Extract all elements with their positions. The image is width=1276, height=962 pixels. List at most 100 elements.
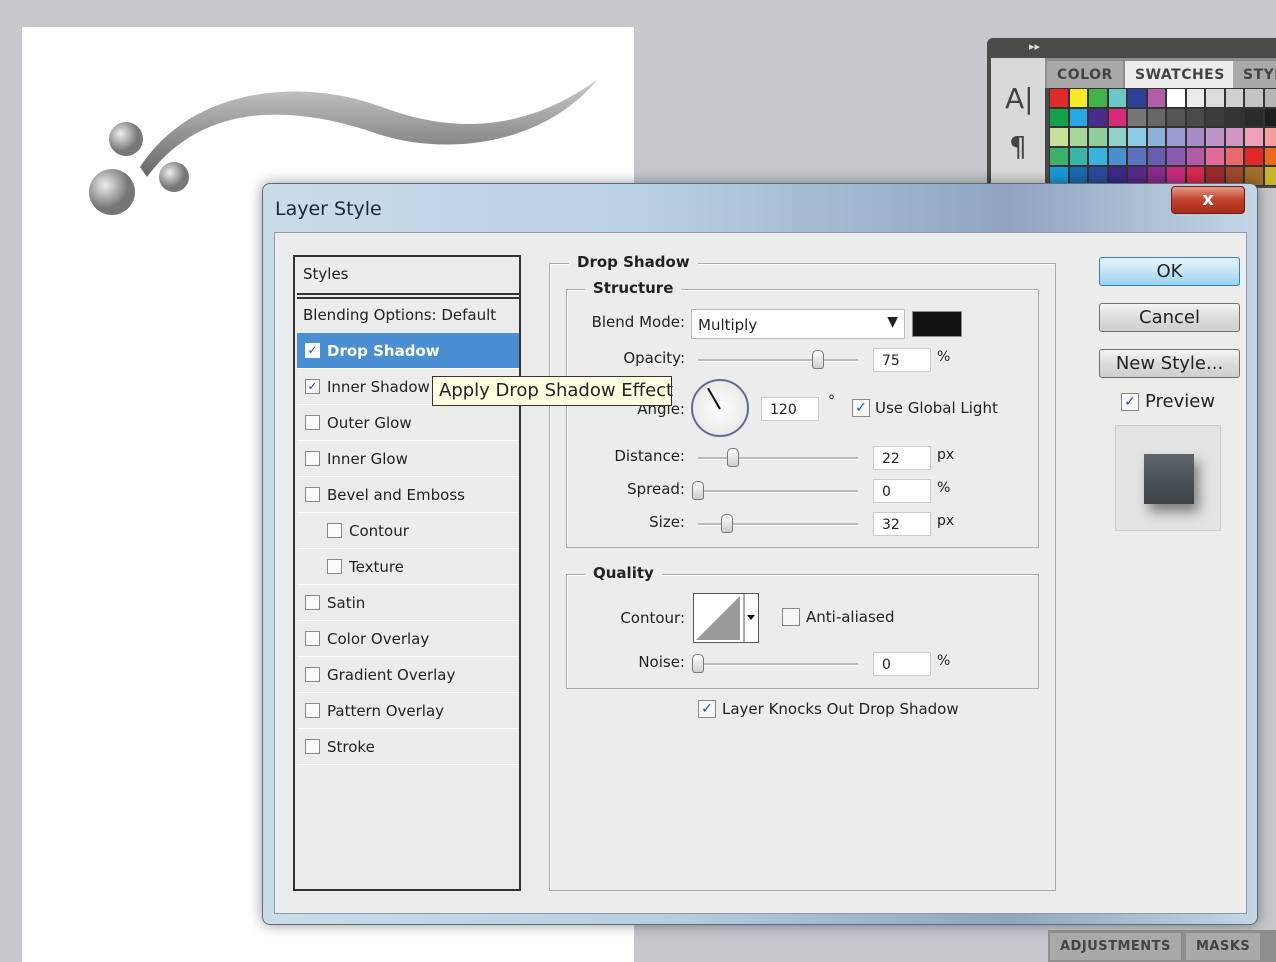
style-checkbox[interactable] bbox=[305, 415, 320, 430]
style-item[interactable]: Bevel and Emboss bbox=[297, 477, 519, 513]
swatch[interactable] bbox=[1224, 127, 1244, 147]
swatch[interactable] bbox=[1127, 127, 1147, 147]
angle-input[interactable]: 120 bbox=[761, 397, 819, 421]
swatch[interactable] bbox=[1146, 107, 1166, 127]
swatch[interactable] bbox=[1088, 146, 1108, 166]
style-checkbox[interactable] bbox=[305, 595, 320, 610]
swatch[interactable] bbox=[1166, 88, 1186, 108]
swatch[interactable] bbox=[1185, 127, 1205, 147]
close-button[interactable]: x bbox=[1171, 186, 1245, 214]
swatch[interactable] bbox=[1127, 107, 1147, 127]
tab-adjustments[interactable]: ADJUSTMENTS bbox=[1050, 933, 1181, 960]
swatch[interactable] bbox=[1224, 146, 1244, 166]
swatch[interactable] bbox=[1049, 107, 1069, 127]
character-icon[interactable]: A| bbox=[1005, 82, 1034, 115]
swatch[interactable] bbox=[1146, 88, 1166, 108]
tab-swatches[interactable]: SWATCHES bbox=[1125, 61, 1235, 88]
cancel-button[interactable]: Cancel bbox=[1099, 303, 1240, 332]
swatch[interactable] bbox=[1049, 127, 1069, 147]
style-checkbox[interactable] bbox=[305, 703, 320, 718]
global-light-checkbox[interactable]: ✓ bbox=[852, 399, 870, 417]
anti-aliased-checkbox[interactable] bbox=[782, 608, 800, 626]
swatch[interactable] bbox=[1244, 107, 1264, 127]
new-style-button[interactable]: New Style... bbox=[1099, 349, 1240, 378]
swatch[interactable] bbox=[1263, 146, 1276, 166]
noise-input[interactable]: 0 bbox=[873, 652, 931, 676]
swatch[interactable] bbox=[1166, 146, 1186, 166]
swatch[interactable] bbox=[1244, 127, 1264, 147]
swatch[interactable] bbox=[1088, 88, 1108, 108]
style-item[interactable]: ✓ Drop Shadow bbox=[297, 333, 519, 369]
style-checkbox[interactable] bbox=[305, 667, 320, 682]
swatch[interactable] bbox=[1244, 88, 1264, 108]
swatch[interactable] bbox=[1224, 107, 1244, 127]
style-item[interactable]: Pattern Overlay bbox=[297, 693, 519, 729]
swatch[interactable] bbox=[1107, 107, 1127, 127]
contour-picker[interactable] bbox=[693, 593, 759, 643]
swatch[interactable] bbox=[1107, 88, 1127, 108]
style-checkbox[interactable] bbox=[305, 631, 320, 646]
distance-slider-thumb[interactable] bbox=[727, 448, 739, 467]
noise-slider-thumb[interactable] bbox=[692, 654, 704, 673]
swatch[interactable] bbox=[1166, 127, 1186, 147]
style-item[interactable]: Color Overlay bbox=[297, 621, 519, 657]
style-checkbox[interactable] bbox=[305, 487, 320, 502]
swatch[interactable] bbox=[1205, 146, 1225, 166]
tab-styles[interactable]: STYL bbox=[1233, 61, 1276, 88]
blending-options[interactable]: Blending Options: Default bbox=[297, 297, 519, 333]
swatch[interactable] bbox=[1185, 146, 1205, 166]
style-checkbox[interactable]: ✓ bbox=[305, 343, 320, 358]
style-checkbox[interactable] bbox=[327, 559, 342, 574]
swatch[interactable] bbox=[1107, 127, 1127, 147]
swatch[interactable] bbox=[1263, 166, 1276, 186]
swatch[interactable] bbox=[1263, 88, 1276, 108]
opacity-slider[interactable] bbox=[698, 350, 858, 369]
style-item[interactable]: Texture bbox=[297, 549, 519, 585]
style-item[interactable]: Stroke bbox=[297, 729, 519, 765]
noise-slider[interactable] bbox=[692, 654, 858, 673]
swatch[interactable] bbox=[1224, 88, 1244, 108]
swatch[interactable] bbox=[1088, 107, 1108, 127]
swatch[interactable] bbox=[1068, 88, 1088, 108]
size-slider[interactable] bbox=[698, 514, 858, 533]
tab-masks[interactable]: MASKS bbox=[1186, 933, 1261, 960]
style-checkbox[interactable]: ✓ bbox=[305, 379, 320, 394]
collapse-icon[interactable]: ▸▸ bbox=[1029, 40, 1040, 53]
paragraph-icon[interactable]: ¶ bbox=[1009, 130, 1027, 163]
size-slider-thumb[interactable] bbox=[721, 514, 733, 533]
swatch[interactable] bbox=[1263, 127, 1276, 147]
style-checkbox[interactable] bbox=[327, 523, 342, 538]
style-item[interactable]: Outer Glow bbox=[297, 405, 519, 441]
spread-input[interactable]: 0 bbox=[873, 479, 931, 503]
ok-button[interactable]: OK bbox=[1099, 257, 1240, 286]
style-item[interactable]: Inner Glow bbox=[297, 441, 519, 477]
swatch[interactable] bbox=[1146, 127, 1166, 147]
angle-dial[interactable] bbox=[691, 379, 749, 437]
swatch[interactable] bbox=[1205, 88, 1225, 108]
swatch[interactable] bbox=[1205, 107, 1225, 127]
swatch[interactable] bbox=[1068, 127, 1088, 147]
tab-color[interactable]: COLOR bbox=[1047, 61, 1123, 88]
swatch[interactable] bbox=[1263, 107, 1276, 127]
swatch[interactable] bbox=[1068, 146, 1088, 166]
style-checkbox[interactable] bbox=[305, 739, 320, 754]
style-item[interactable]: Satin bbox=[297, 585, 519, 621]
opacity-input[interactable]: 75 bbox=[873, 348, 931, 372]
swatch[interactable] bbox=[1185, 88, 1205, 108]
distance-input[interactable]: 22 bbox=[873, 446, 931, 470]
swatch[interactable] bbox=[1166, 107, 1186, 127]
swatch[interactable] bbox=[1127, 88, 1147, 108]
blend-mode-select[interactable]: Multiply ▼ bbox=[691, 309, 905, 339]
shadow-color-swatch[interactable] bbox=[912, 311, 962, 337]
opacity-slider-thumb[interactable] bbox=[812, 350, 824, 369]
swatch[interactable] bbox=[1205, 127, 1225, 147]
swatch[interactable] bbox=[1185, 107, 1205, 127]
swatch[interactable] bbox=[1146, 146, 1166, 166]
swatch[interactable] bbox=[1049, 88, 1069, 108]
swatch[interactable] bbox=[1107, 146, 1127, 166]
distance-slider[interactable] bbox=[698, 448, 858, 467]
spread-slider-thumb[interactable] bbox=[692, 481, 704, 500]
size-input[interactable]: 32 bbox=[873, 512, 931, 536]
styles-header[interactable]: Styles bbox=[297, 257, 519, 295]
swatch[interactable] bbox=[1068, 107, 1088, 127]
